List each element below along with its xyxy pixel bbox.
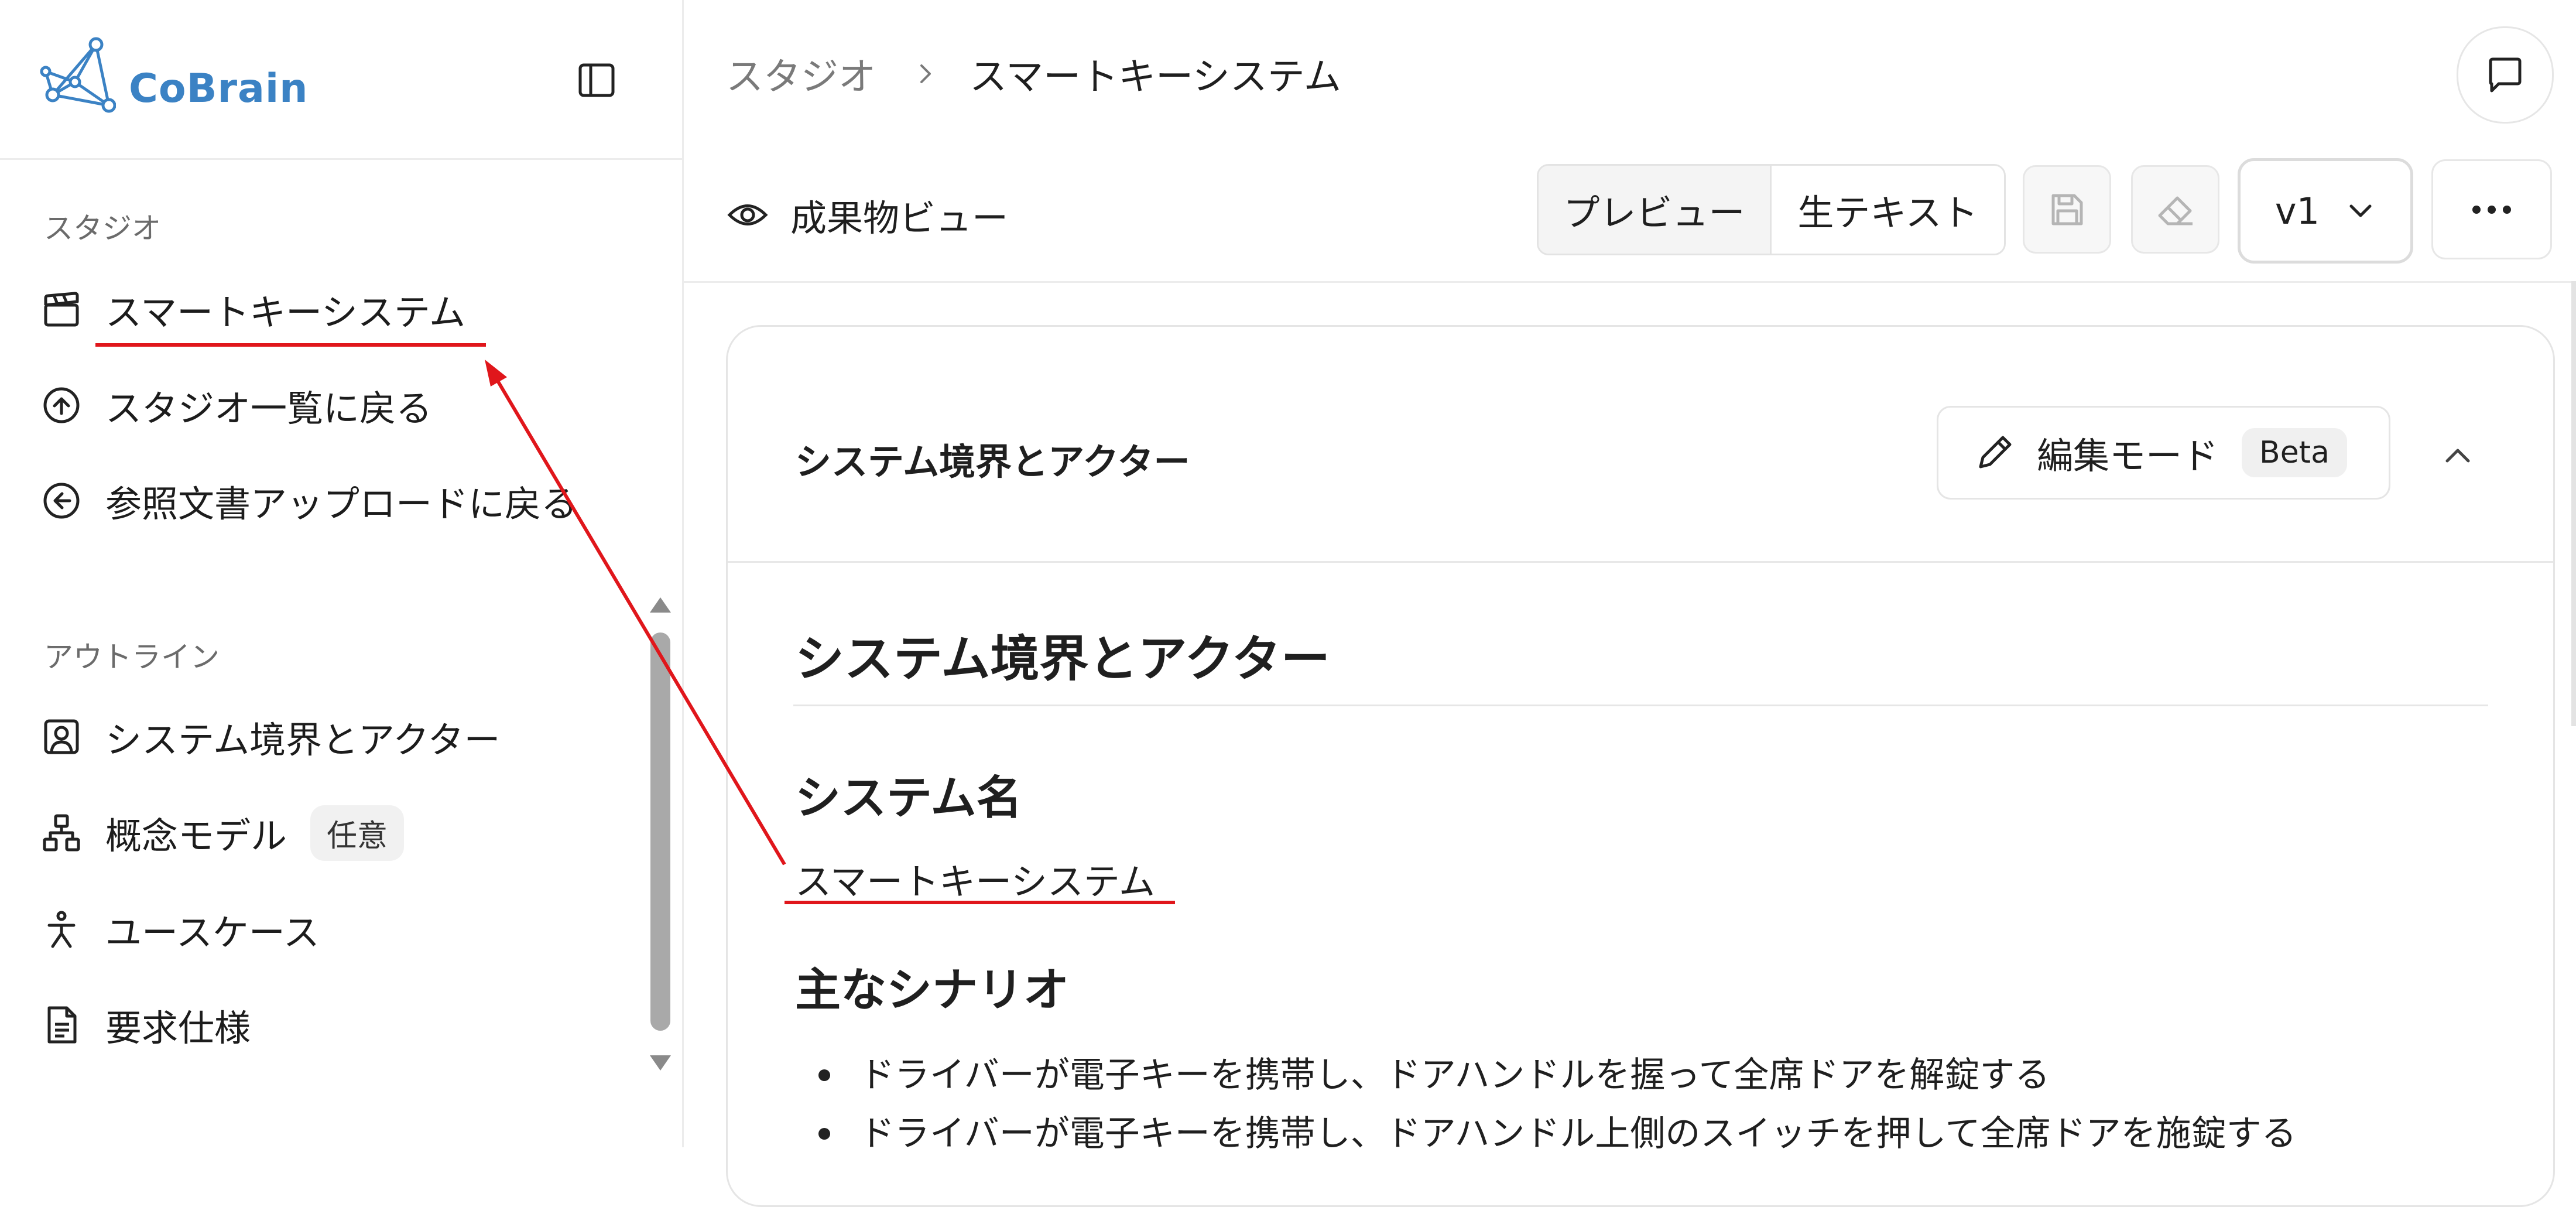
list-item: ドライバーが電子キーを携帯し、ドアハンドルを握って全席ドアを解錠する	[818, 1046, 2516, 1105]
outline-item-label: ユースケース	[105, 911, 320, 954]
main-scrollbar[interactable]	[2571, 281, 2576, 726]
outline-item-requirements[interactable]: 要求仕様	[41, 993, 251, 1057]
system-name-value: スマートキーシステム	[795, 860, 1156, 903]
document-heading: システム境界とアクター	[795, 630, 1330, 688]
sidebar-item-label: スタジオ一覧に戻る	[105, 387, 433, 430]
breadcrumb-current: スマートキーシステム	[970, 56, 1341, 99]
save-button[interactable]	[2023, 165, 2111, 254]
breadcrumb: スタジオ スマートキーシステム	[726, 47, 1341, 101]
breadcrumb-studio-link[interactable]: スタジオ	[726, 47, 876, 101]
scenario-heading: 主なシナリオ	[795, 964, 1070, 1017]
scroll-up-arrow-icon[interactable]	[649, 596, 672, 614]
logo-row: CoBrain	[0, 0, 682, 160]
more-options-button[interactable]	[2431, 159, 2552, 259]
clear-button[interactable]	[2131, 165, 2219, 254]
chevron-right-icon	[916, 62, 936, 86]
artifact-view-text: 成果物ビュー	[790, 197, 1009, 240]
person-icon	[41, 909, 82, 950]
system-name-heading: システム名	[795, 772, 1022, 825]
chevron-down-icon	[2345, 199, 2376, 223]
edit-mode-button[interactable]: 編集モード Beta	[1937, 406, 2390, 500]
message-square-icon	[2485, 54, 2526, 95]
heading-rule	[793, 705, 2488, 706]
card-header: システム境界とアクター 編集モード Beta	[728, 327, 2553, 563]
artifact-view-label: 成果物ビュー	[726, 189, 1008, 241]
optional-badge: 任意	[310, 805, 405, 861]
cobrain-logo-icon	[40, 36, 116, 116]
card-title: システム境界とアクター	[795, 440, 1190, 483]
chat-button[interactable]	[2457, 26, 2554, 124]
network-icon	[41, 812, 82, 853]
eraser-icon	[2155, 191, 2196, 228]
more-horizontal-icon	[2468, 203, 2515, 217]
sidebar-item-label: スマートキーシステム	[105, 291, 466, 334]
tab-preview[interactable]: プレビュー	[1539, 166, 1772, 254]
tab-raw-text[interactable]: 生テキスト	[1772, 166, 2004, 254]
studio-section-label: スタジオ	[44, 211, 161, 245]
clapperboard-icon	[41, 289, 82, 330]
version-value: v1	[2274, 189, 2320, 232]
save-icon	[2049, 191, 2086, 228]
outline-section-label: アウトライン	[44, 640, 220, 674]
eye-icon	[726, 193, 769, 237]
header-divider	[683, 281, 2576, 283]
outline-item-label: システム境界とアクター	[105, 719, 501, 761]
outline-item-concept-model[interactable]: 概念モデル 任意	[41, 801, 405, 865]
pencil-icon	[1974, 432, 2016, 474]
version-select[interactable]: v1	[2238, 158, 2413, 264]
view-mode-toggle: プレビュー 生テキスト	[1537, 164, 2006, 255]
chevron-up-icon[interactable]	[2440, 441, 2475, 470]
sidebar-item-back-to-upload[interactable]: 参照文書アップロードに戻る	[41, 469, 577, 533]
sidebar-item-label: 参照文書アップロードに戻る	[105, 483, 578, 525]
edit-mode-label: 編集モード	[2037, 435, 2219, 477]
beta-badge: Beta	[2242, 428, 2347, 477]
sidebar: CoBrain スタジオ スマートキーシステム スタジオ一覧に戻る 参照文書アッ…	[0, 0, 684, 1147]
circle-arrow-up-icon	[41, 385, 82, 426]
scenario-list: ドライバーが電子キーを携帯し、ドアハンドルを握って全席ドアを解錠する ドライバー…	[818, 1046, 2516, 1163]
list-item: ドライバーが電子キーを携帯し、ドアハンドル上側のスイッチを押して全席ドアを施錠す…	[818, 1105, 2516, 1163]
scroll-down-arrow-icon[interactable]	[649, 1054, 672, 1072]
sidebar-item-back-to-studio-list[interactable]: スタジオ一覧に戻る	[41, 373, 432, 437]
outline-item-use-cases[interactable]: ユースケース	[41, 897, 320, 962]
outline-item-label: 概念モデル	[105, 815, 287, 857]
artifact-card: システム境界とアクター 編集モード Beta システム境界とアクター システム名…	[726, 325, 2555, 1207]
outline-item-label: 要求仕様	[105, 1007, 251, 1049]
sidebar-toggle-icon[interactable]	[577, 60, 616, 100]
document-icon	[41, 1004, 82, 1045]
outline-item-system-boundary[interactable]: システム境界とアクター	[41, 705, 501, 769]
sidebar-scrollbar-thumb[interactable]	[650, 632, 670, 1031]
sidebar-item-smart-key-system[interactable]: スマートキーシステム	[41, 277, 465, 341]
circle-arrow-left-icon	[41, 480, 82, 521]
user-square-icon	[41, 716, 82, 757]
app-name: CoBrain	[129, 66, 309, 112]
